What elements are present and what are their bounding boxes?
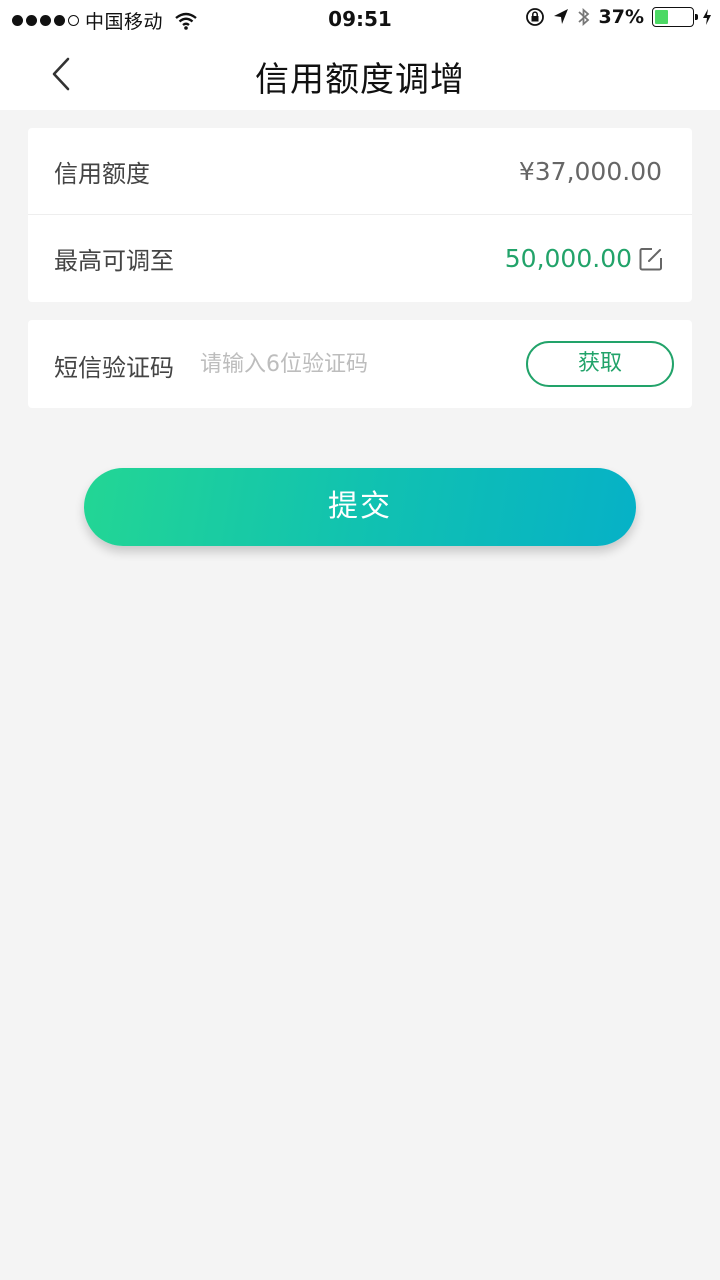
sms-code-input[interactable] (200, 344, 510, 384)
battery-icon (652, 7, 698, 27)
charging-bolt-icon (703, 9, 711, 25)
nav-bar: 信用额度调增 (0, 38, 720, 110)
location-arrow-icon (553, 9, 568, 24)
battery-cap (695, 14, 698, 20)
max-limit-value: 50,000.00 (504, 244, 632, 273)
limit-card: 信用额度 ¥37,000.00 最高可调至 50,000.00 (28, 128, 692, 302)
battery-percent: 37% (598, 6, 644, 28)
sms-card: 短信验证码 获取 (28, 320, 692, 408)
orientation-lock-icon (525, 8, 544, 26)
bluetooth-icon (577, 7, 589, 27)
edit-icon[interactable] (638, 246, 664, 272)
page-title: 信用额度调增 (255, 60, 465, 100)
max-limit-label: 最高可调至 (54, 247, 174, 275)
max-limit-row[interactable]: 最高可调至 50,000.00 (28, 215, 692, 302)
submit-button[interactable]: 提交 (84, 468, 636, 546)
get-code-button[interactable]: 获取 (526, 341, 674, 387)
status-right: 37% (525, 6, 712, 28)
battery-fill (655, 10, 669, 24)
status-bar: 中国移动 09:51 37% (0, 0, 720, 38)
credit-limit-value: ¥37,000.00 (518, 156, 662, 186)
credit-limit-label: 信用额度 (54, 159, 150, 188)
credit-limit-row: 信用额度 ¥37,000.00 (28, 128, 692, 215)
sms-code-label: 短信验证码 (54, 354, 174, 382)
